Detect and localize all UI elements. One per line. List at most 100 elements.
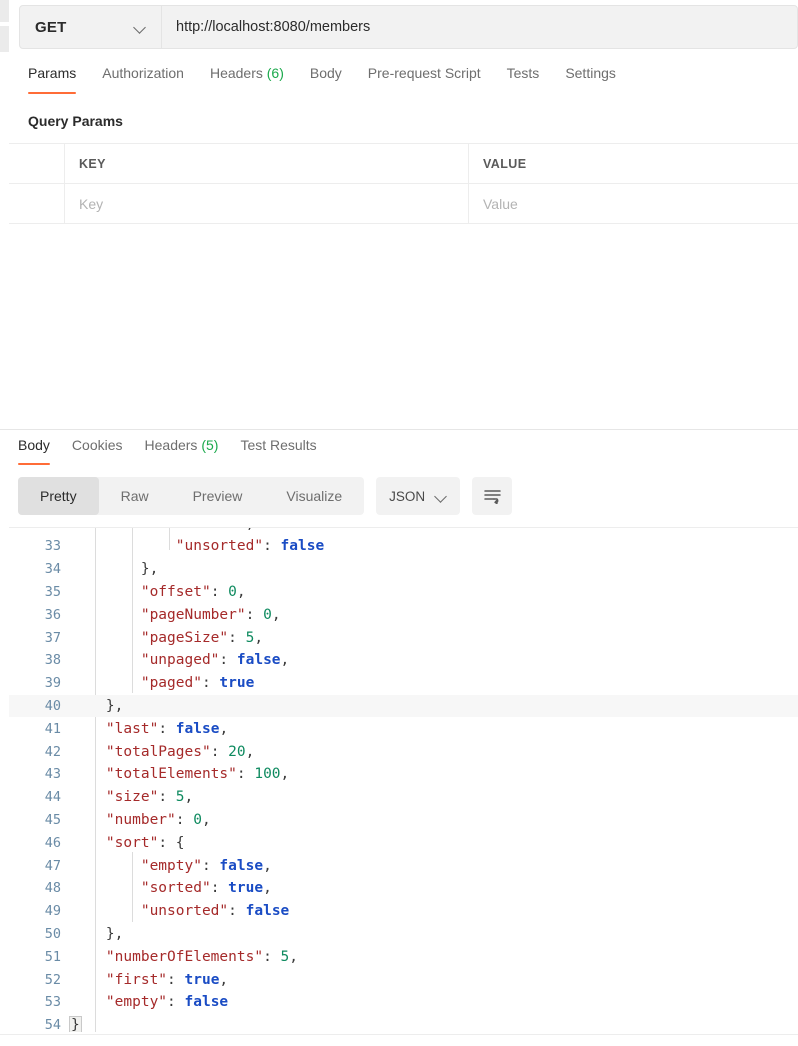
tab-body[interactable]: Body — [18, 434, 50, 465]
code-token: "offset" — [141, 584, 211, 600]
line-number: 48 — [9, 880, 71, 896]
table-row: Key Value — [9, 184, 798, 224]
code-token: "unsorted" — [141, 903, 228, 919]
tab-tests[interactable]: Tests — [507, 62, 540, 94]
param-key-input[interactable]: Key — [65, 184, 469, 223]
tab-count-badge: (5) — [197, 437, 218, 453]
code-line: 42 "totalPages": 20, — [9, 740, 798, 763]
table-header-row: KEY VALUE — [9, 144, 798, 184]
url-input[interactable]: http://localhost:8080/members — [162, 6, 797, 48]
tab-body[interactable]: Body — [310, 62, 342, 94]
code-token: : — [263, 949, 280, 965]
view-mode-preview[interactable]: Preview — [171, 477, 265, 515]
code-line: 46 "sort": { — [9, 831, 798, 854]
code-token: , — [263, 880, 272, 896]
code-line: 48 "sorted": true, — [9, 877, 798, 900]
row-checkbox-cell[interactable] — [9, 184, 65, 223]
tab-cookies[interactable]: Cookies — [72, 434, 123, 465]
code-line-text: "numberOfElements": 5, — [71, 949, 298, 965]
code-line: 50 }, — [9, 923, 798, 946]
code-token: false — [281, 538, 325, 554]
request-tabs: Params Authorization Headers (6) Body Pre-re… — [0, 62, 798, 104]
code-line: 39 "paged": true — [9, 672, 798, 695]
code-token: : — [158, 721, 175, 737]
code-token: : — [176, 812, 193, 828]
code-line-text: "unsorted": false — [71, 903, 289, 919]
tab-headers[interactable]: Headers (5) — [145, 434, 219, 465]
tab-label: Headers — [145, 437, 198, 453]
response-body-code[interactable]: , 33 "unsorted": false34 },35 "offset": … — [9, 528, 798, 1032]
line-number: 53 — [9, 994, 71, 1010]
request-url-bar: GET http://localhost:8080/members — [19, 5, 798, 49]
code-token: "sorted" — [141, 880, 211, 896]
code-token: : — [202, 675, 219, 691]
query-params-title: Query Params — [28, 113, 123, 129]
code-token: , — [289, 949, 298, 965]
tab-pre-request-script[interactable]: Pre-request Script — [368, 62, 481, 94]
left-edge-strip — [0, 0, 9, 1046]
code-line-text: }, — [71, 926, 123, 942]
chevron-down-icon — [134, 21, 146, 33]
code-line-text: "pageSize": 5, — [71, 630, 263, 646]
bottom-status-bar — [0, 1034, 798, 1046]
column-header-key: KEY — [79, 157, 106, 171]
param-key-placeholder: Key — [79, 196, 103, 212]
code-token: false — [237, 652, 281, 668]
tab-settings[interactable]: Settings — [565, 62, 616, 94]
http-method-selector[interactable]: GET — [20, 6, 162, 48]
column-header-value: VALUE — [483, 157, 526, 171]
code-line: 40 }, — [9, 695, 798, 718]
line-number: 52 — [9, 972, 71, 988]
code-token: , — [202, 812, 211, 828]
pane-divider[interactable] — [0, 429, 798, 430]
code-line: 47 "empty": false, — [9, 854, 798, 877]
tab-label: Body — [310, 65, 342, 81]
code-token: : — [211, 584, 228, 600]
code-token: "number" — [106, 812, 176, 828]
code-token: 20 — [228, 744, 245, 760]
code-line: 34 }, — [9, 558, 798, 581]
chevron-down-icon — [435, 490, 447, 502]
tab-authorization[interactable]: Authorization — [102, 62, 184, 94]
view-mode-visualize[interactable]: Visualize — [264, 477, 364, 515]
header-cell-checkbox — [9, 144, 65, 183]
code-token: : — [228, 903, 245, 919]
code-token: , — [272, 607, 281, 623]
code-token: , — [237, 584, 246, 600]
code-line-text: } — [71, 1016, 80, 1032]
edge-strip-segment-bottom — [0, 26, 9, 52]
code-line-text: "size": 5, — [71, 789, 193, 805]
tab-label: Authorization — [102, 65, 184, 81]
code-token: : — [211, 744, 228, 760]
code-token: false — [176, 721, 220, 737]
code-token: : — [246, 607, 263, 623]
code-token: , — [246, 744, 255, 760]
code-token: "totalPages" — [106, 744, 211, 760]
tab-params[interactable]: Params — [28, 62, 76, 94]
view-mode-raw[interactable]: Raw — [99, 477, 171, 515]
code-token: "size" — [106, 789, 158, 805]
response-language-label: JSON — [389, 489, 425, 504]
response-view-toolbar: PrettyRawPreviewVisualize JSON — [18, 477, 512, 515]
code-token: : — [237, 766, 254, 782]
code-token: : — [228, 630, 245, 646]
view-mode-pretty[interactable]: Pretty — [18, 477, 99, 515]
line-number: 34 — [9, 561, 71, 577]
tab-headers[interactable]: Headers (6) — [210, 62, 284, 94]
response-language-selector[interactable]: JSON — [376, 477, 460, 515]
code-token: , — [219, 721, 228, 737]
tab-test-results[interactable]: Test Results — [240, 434, 316, 465]
code-token: 0 — [193, 812, 202, 828]
code-token: "unpaged" — [141, 652, 220, 668]
code-token: }, — [106, 698, 123, 714]
param-value-input[interactable]: Value — [469, 184, 798, 223]
code-token: "pageSize" — [141, 630, 228, 646]
wrap-lines-button[interactable] — [472, 477, 512, 515]
line-number: 37 — [9, 630, 71, 646]
line-number: 54 — [9, 1017, 71, 1032]
code-line: 52 "first": true, — [9, 968, 798, 991]
code-token: : — [263, 538, 280, 554]
code-line: 37 "pageSize": 5, — [9, 626, 798, 649]
code-token: "empty" — [106, 994, 167, 1010]
code-token: : — [167, 972, 184, 988]
